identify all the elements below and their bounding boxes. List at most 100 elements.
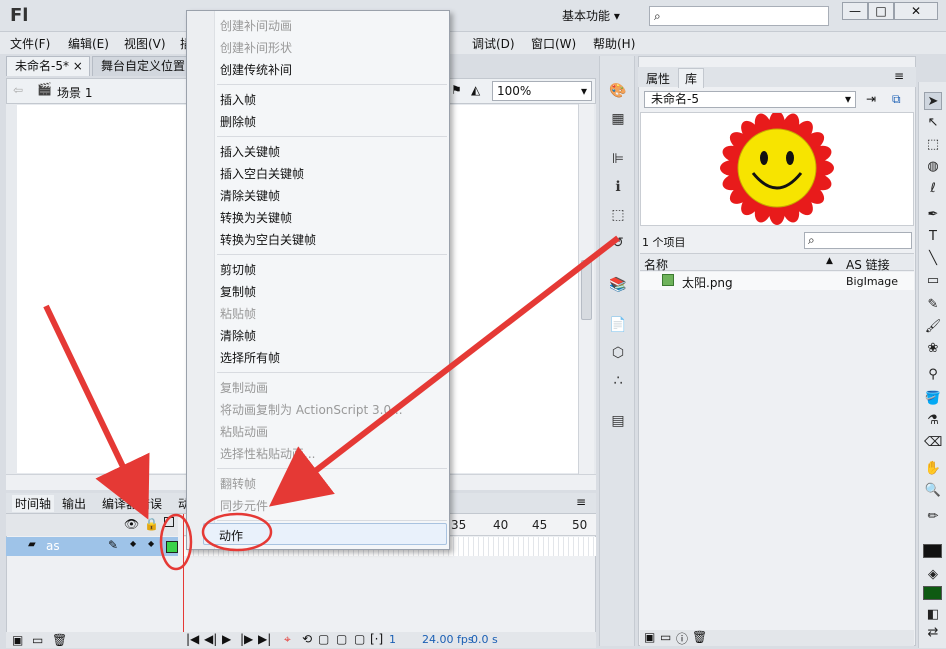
lasso-tool-icon[interactable]: ℓ <box>924 180 942 198</box>
eyedropper-tool-icon[interactable]: ⚗ <box>924 412 942 430</box>
library-document-select[interactable]: 未命名-5 ▾ <box>644 91 856 108</box>
tab-properties[interactable]: 属性 <box>646 70 670 87</box>
trash-icon[interactable]: 🗑 <box>52 633 67 647</box>
menu-item-select-all-frames[interactable]: 选择所有帧 <box>220 349 280 366</box>
deco-tool-icon[interactable]: ❀ <box>924 340 942 358</box>
menu-item-copy-motion[interactable]: 复制动画 <box>220 379 268 396</box>
column-name[interactable]: 名称 <box>644 256 668 273</box>
eye-icon[interactable]: 👁 <box>124 517 139 531</box>
column-as-linkage[interactable]: AS 链接 <box>846 256 890 273</box>
menu-item-remove-frames[interactable]: 删除帧 <box>220 113 256 130</box>
rectangle-tool-icon[interactable]: ▭ <box>924 272 942 290</box>
menu-item-clear-keyframe[interactable]: 清除关键帧 <box>220 187 280 204</box>
modify-markers-icon[interactable]: [·] <box>370 632 383 646</box>
delete-icon[interactable]: 🗑 <box>692 630 707 644</box>
loop-icon[interactable]: ⟲ <box>302 632 312 646</box>
color-palette-icon[interactable]: 🎨 <box>609 82 627 100</box>
3d-rotation-tool-icon[interactable]: ◍ <box>924 158 942 176</box>
library-item[interactable]: 太阳.png BigImage <box>640 272 914 290</box>
menu-help[interactable]: 帮助(H) <box>593 35 635 52</box>
help-search-input[interactable]: ⌕ <box>649 6 829 26</box>
swatches-icon[interactable]: ▦ <box>609 110 627 128</box>
menu-item-insert-blank-keyframe[interactable]: 插入空白关键帧 <box>220 165 304 182</box>
stroke-color-icon[interactable]: ✏ <box>924 508 942 526</box>
subselection-tool-icon[interactable]: ↖ <box>924 114 942 132</box>
sort-icon[interactable]: ▲ <box>826 256 833 266</box>
lock-dot[interactable]: ◆ <box>148 539 154 548</box>
tab-library[interactable]: 库 <box>678 68 705 88</box>
menu-window[interactable]: 窗口(W) <box>531 35 576 52</box>
new-layer-icon[interactable]: ▣ <box>12 633 23 647</box>
brush-tool-icon[interactable]: 🖌 <box>924 318 942 336</box>
pen-tool-icon[interactable]: ✒ <box>924 206 942 224</box>
panel-menu-icon[interactable]: ≡ <box>576 495 586 509</box>
menu-item-paste-motion-special[interactable]: 选择性粘贴动画... <box>220 445 315 462</box>
panel-menu-icon[interactable]: ≡ <box>894 69 904 83</box>
layer-color-swatch[interactable] <box>166 541 178 553</box>
current-frame[interactable]: 1 <box>389 633 396 646</box>
close-icon[interactable]: × <box>73 59 83 73</box>
close-button[interactable]: ✕ <box>894 2 938 20</box>
center-frame-icon[interactable]: ⌖ <box>284 632 291 647</box>
free-transform-tool-icon[interactable]: ⬚ <box>924 136 942 154</box>
tab-compiler-errors[interactable]: 编译器错误 <box>102 495 162 512</box>
menu-item-paste-frames[interactable]: 粘贴帧 <box>220 305 256 322</box>
back-arrow-icon[interactable]: ⇦ <box>13 83 23 97</box>
menu-item-convert-to-keyframe[interactable]: 转换为关键帧 <box>220 209 292 226</box>
onion-outline-icon[interactable]: ▢ <box>336 632 347 646</box>
tab-untitled-5[interactable]: 未命名-5* × <box>6 56 90 76</box>
menu-item-synchronize-symbols[interactable]: 同步元件 <box>220 497 268 514</box>
edit-symbol-icon[interactable]: ◭ <box>471 83 480 97</box>
menu-item-reverse-frames[interactable]: 翻转帧 <box>220 475 256 492</box>
menu-view[interactable]: 视图(V) <box>124 35 166 52</box>
edit-scene-icon[interactable]: ⚑ <box>451 83 462 97</box>
pin-icon[interactable]: ⇥ <box>866 92 876 106</box>
menu-item-create-motion-tween[interactable]: 创建补间动画 <box>220 17 292 34</box>
fill-color-swatch[interactable] <box>923 586 942 600</box>
black-white-icon[interactable]: ◧ <box>924 606 942 624</box>
playhead[interactable] <box>183 514 184 632</box>
eraser-tool-icon[interactable]: ⌫ <box>924 434 942 452</box>
menu-item-insert-keyframe[interactable]: 插入关键帧 <box>220 143 280 160</box>
new-folder-icon[interactable]: ▭ <box>660 630 671 644</box>
swap-colors-icon[interactable]: ⇄ <box>924 624 942 642</box>
menu-item-actions[interactable]: 动作 <box>219 527 243 544</box>
properties-icon[interactable]: ⓘ <box>676 630 688 647</box>
text-tool-icon[interactable]: T <box>924 228 942 246</box>
zoom-select[interactable]: 100% ▾ <box>492 81 592 101</box>
bone-tool-icon[interactable]: ⚲ <box>924 366 942 384</box>
outline-icon[interactable] <box>164 517 174 527</box>
transform-icon[interactable]: ⬚ <box>609 206 627 224</box>
stage-vertical-scrollbar[interactable] <box>578 104 594 474</box>
menu-item-create-shape-tween[interactable]: 创建补间形状 <box>220 39 292 56</box>
pencil-tool-icon[interactable]: ✎ <box>924 296 942 314</box>
menu-item-cut-frames[interactable]: 剪切帧 <box>220 261 256 278</box>
menu-item-copy-motion-as-as3[interactable]: 将动画复制为 ActionScript 3.0... <box>220 401 403 418</box>
menu-item-convert-to-blank-keyframe[interactable]: 转换为空白关键帧 <box>220 231 316 248</box>
components-icon[interactable]: ⬡ <box>609 344 627 362</box>
menu-file[interactable]: 文件(F) <box>10 35 50 52</box>
play-icon[interactable]: ▶ <box>222 632 231 646</box>
line-tool-icon[interactable]: ╲ <box>924 250 942 268</box>
workspace-switcher[interactable]: 基本功能 ▾ <box>556 6 638 26</box>
maximize-button[interactable]: □ <box>868 2 894 20</box>
selection-tool-icon[interactable]: ➤ <box>924 92 942 110</box>
hand-tool-icon[interactable]: ✋ <box>924 460 942 478</box>
menu-item-clear-frames[interactable]: 清除帧 <box>220 327 256 344</box>
frame-rate[interactable]: 24.00 fps <box>422 633 474 646</box>
menu-debug[interactable]: 调试(D) <box>472 35 515 52</box>
new-symbol-icon[interactable]: ▣ <box>644 630 655 644</box>
library-search-input[interactable]: ⌕ <box>804 232 912 249</box>
first-frame-icon[interactable]: |◀ <box>186 632 199 646</box>
code-snippets-icon[interactable]: 📄 <box>609 316 627 334</box>
tab-output[interactable]: 输出 <box>62 495 86 512</box>
layer-name[interactable]: as <box>46 539 60 553</box>
layer-row[interactable]: ▰ as ✎ ◆ ◆ <box>6 537 178 556</box>
menu-item-paste-motion[interactable]: 粘贴动画 <box>220 423 268 440</box>
zoom-tool-icon[interactable]: 🔍 <box>924 482 942 500</box>
lock-icon[interactable]: 🔒 <box>144 517 159 531</box>
new-library-panel-icon[interactable]: ⧉ <box>892 92 901 107</box>
movie-explorer-icon[interactable]: ▤ <box>609 412 627 430</box>
library-panel-icon[interactable]: 📚 <box>609 276 627 294</box>
menu-edit[interactable]: 编辑(E) <box>68 35 109 52</box>
